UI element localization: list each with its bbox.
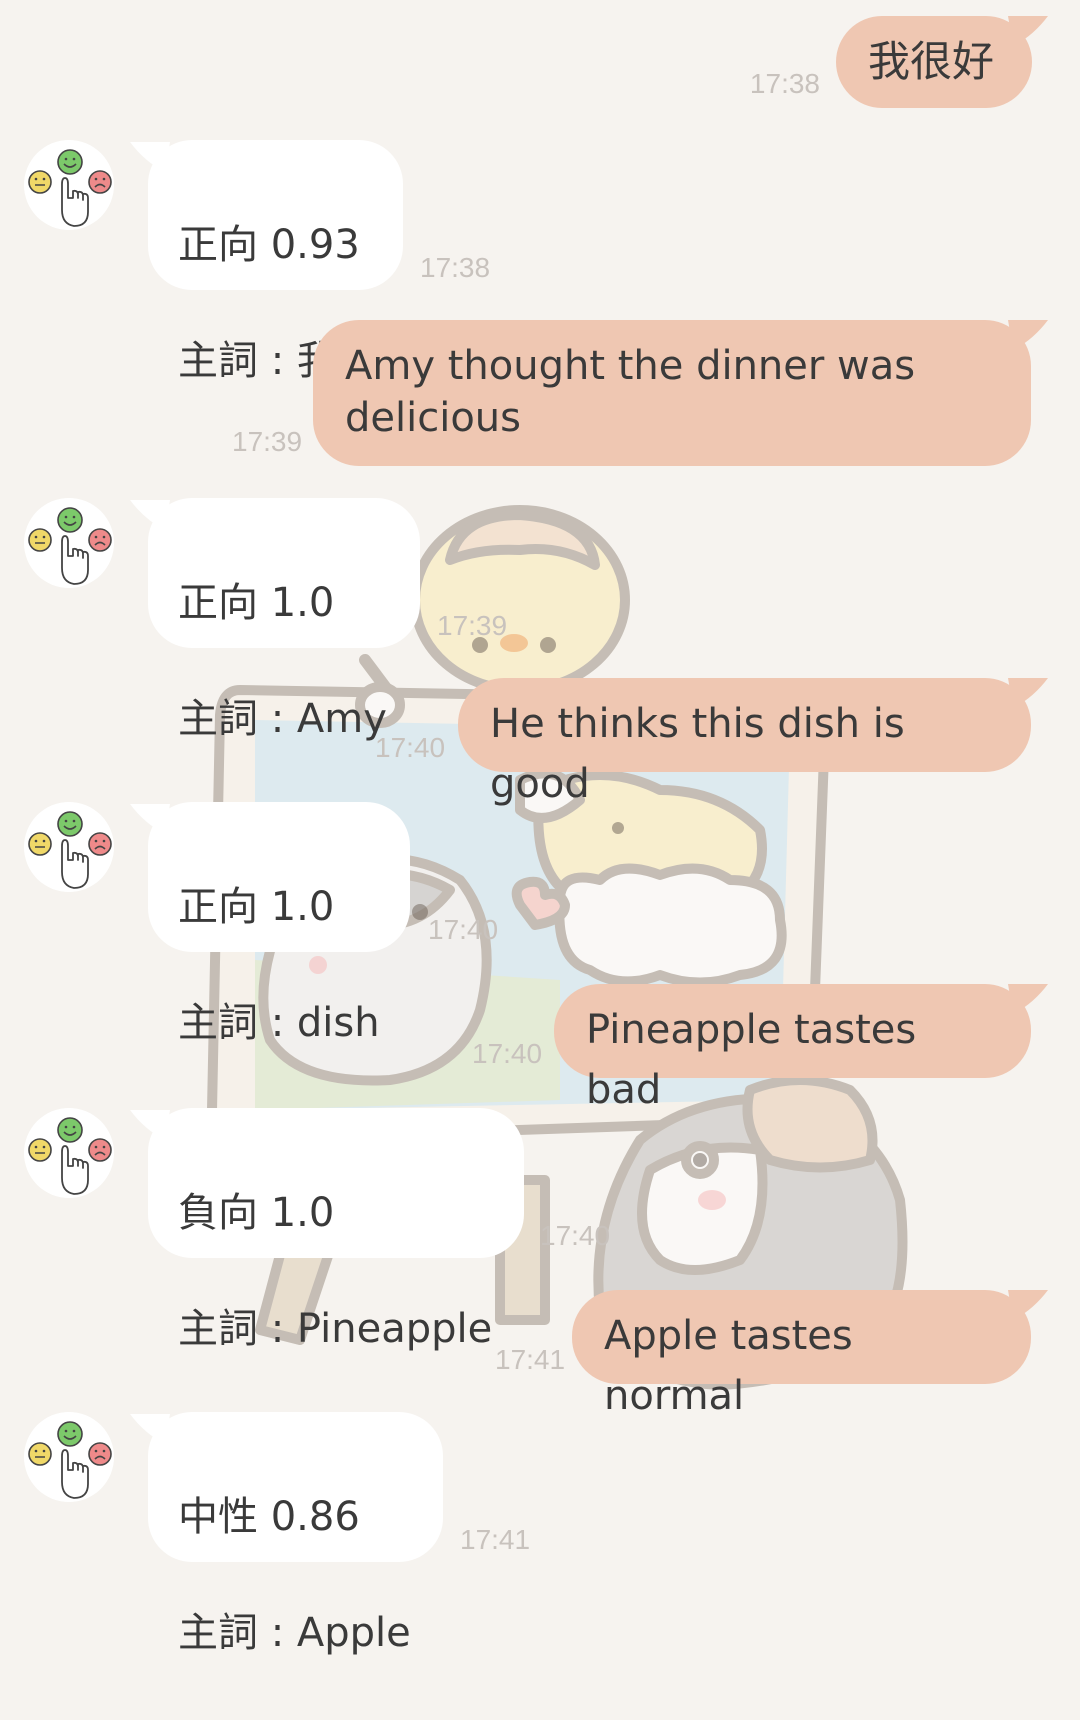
sentiment-faces-hand-icon [24, 1108, 114, 1198]
sentiment-result: 正向 0.93 [178, 222, 360, 268]
message-user-2: 17:39 Amy thought the dinner was delicio… [0, 310, 1080, 480]
bot-avatar[interactable] [24, 498, 114, 588]
message-bot-5: 中性 0.86 主詞 : Apple 17:41 [0, 1408, 1080, 1656]
sentiment-result: 負向 1.0 [178, 1190, 335, 1236]
bot-reply-bubble[interactable]: 中性 0.86 主詞 : Apple [148, 1412, 443, 1656]
user-message-bubble[interactable]: Amy thought the dinner was delicious [313, 320, 1031, 466]
timestamp: 17:40 [540, 1220, 611, 1251]
timestamp: 17:39 [232, 426, 303, 457]
sentiment-faces-hand-icon [24, 1412, 114, 1502]
sentiment-faces-hand-icon [24, 140, 114, 230]
bot-reply-bubble[interactable]: 負向 1.0 主詞 : Pineapple [148, 1108, 524, 1352]
message-user-4: 17:40 Pineapple tastes bad [0, 974, 1080, 1113]
bot-reply-bubble[interactable]: 正向 1.0 主詞 : Amy [148, 498, 420, 742]
sentiment-result: 中性 0.86 [178, 1494, 360, 1540]
timestamp: 17:38 [749, 68, 820, 99]
message-user-1: 17:38 我很好 [0, 0, 1080, 120]
message-bot-2: 正向 1.0 主詞 : Amy 17:39 [0, 494, 1080, 742]
timestamp: 17:41 [460, 1524, 531, 1555]
timestamp: 17:41 [495, 1344, 566, 1375]
message-bot-4: 負向 1.0 主詞 : Pineapple 17:40 [0, 1104, 1080, 1352]
user-message-bubble[interactable]: Pineapple tastes bad [554, 984, 1031, 1113]
message-bot-3: 正向 1.0 主詞 : dish 17:40 [0, 798, 1080, 1046]
sentiment-result: 正向 1.0 [178, 580, 335, 626]
bubble-tail [1008, 678, 1048, 708]
timestamp: 17:40 [428, 914, 499, 945]
message-user-3: 17:40 He thinks this dish is good [0, 668, 1080, 807]
bot-avatar[interactable] [24, 802, 114, 892]
timestamp: 17:39 [437, 610, 508, 641]
message-user-5: 17:41 Apple tastes normal [0, 1280, 1080, 1419]
timestamp: 17:40 [375, 732, 446, 763]
timestamp: 17:40 [472, 1038, 543, 1069]
sentiment-faces-hand-icon [24, 802, 114, 892]
bubble-tail [1008, 984, 1048, 1014]
bubble-tail [1008, 320, 1048, 350]
user-message-bubble[interactable]: 我很好 [836, 16, 1032, 108]
timestamp: 17:38 [420, 252, 491, 283]
bubble-tail [1008, 1290, 1048, 1320]
bot-avatar[interactable] [24, 1108, 114, 1198]
subject-result: 主詞 : Apple [178, 1610, 411, 1656]
bubble-tail [1008, 16, 1048, 46]
user-message-bubble[interactable]: He thinks this dish is good [458, 678, 1031, 807]
bot-avatar[interactable] [24, 140, 114, 230]
bot-avatar[interactable] [24, 1412, 114, 1502]
message-bot-1: 正向 0.93 主詞 : 我 17:38 [0, 136, 1080, 384]
user-message-bubble[interactable]: Apple tastes normal [572, 1290, 1031, 1419]
sentiment-faces-hand-icon [24, 498, 114, 588]
sentiment-result: 正向 1.0 [178, 884, 335, 930]
bot-reply-bubble[interactable]: 正向 1.0 主詞 : dish [148, 802, 410, 1046]
bot-reply-bubble[interactable]: 正向 0.93 主詞 : 我 [148, 140, 403, 384]
